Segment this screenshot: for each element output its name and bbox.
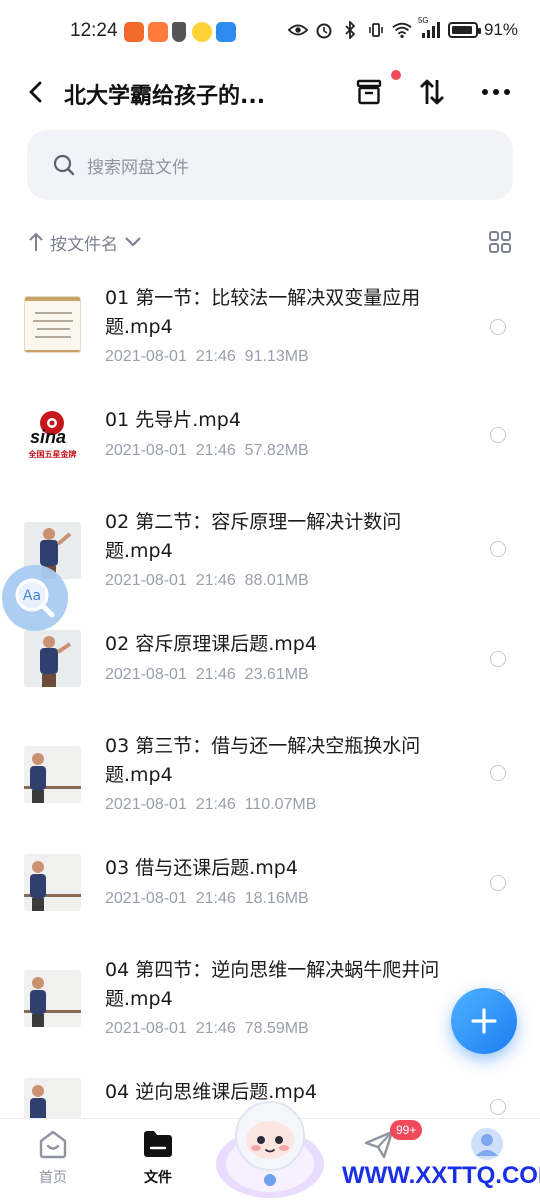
nav-files[interactable]: 文件 (123, 1127, 193, 1197)
folder-icon (141, 1127, 175, 1161)
file-name: 02 容斥原理课后题.mp4 (105, 633, 317, 655)
transfer-button[interactable] (412, 72, 452, 112)
file-name: 01 先导片.mp4 (105, 409, 241, 431)
status-bar: 12:24 5G 91% (0, 0, 540, 64)
search-icon (53, 154, 75, 176)
select-radio[interactable] (490, 765, 506, 781)
chevron-left-icon (29, 81, 42, 103)
wifi-icon (392, 20, 412, 40)
file-size: 88.01MB (244, 572, 309, 589)
status-time: 12:24 (70, 20, 118, 41)
select-radio[interactable] (490, 319, 506, 335)
file-size: 91.13MB (244, 348, 309, 365)
eye-icon (287, 20, 308, 40)
translate-float-button[interactable]: Aa (2, 565, 68, 631)
sort-control[interactable]: 按文件名 (28, 228, 514, 256)
weather-app-icon (216, 22, 236, 42)
file-date: 2021-08-01 21:46 (105, 796, 236, 813)
file-size: 18.16MB (244, 890, 309, 907)
svg-text:Aa: Aa (23, 588, 41, 604)
alarm-icon (314, 20, 334, 40)
file-date: 2021-08-01 21:46 (105, 890, 236, 907)
home-icon (36, 1127, 70, 1161)
file-name: 03 第三节：借与还一解决空瓶换水问题.mp4 (105, 735, 421, 786)
file-date: 2021-08-01 21:46 (105, 348, 236, 365)
nav-home[interactable]: 首页 (18, 1127, 88, 1197)
file-size: 23.61MB (244, 666, 309, 683)
file-size: 110.07MB (244, 796, 317, 813)
grid-icon (489, 231, 511, 253)
nav-files-label: 文件 (144, 1170, 172, 1186)
video-thumbnail: sina 全国五星金牌 (24, 406, 81, 463)
file-meta: 2021-08-01 21:46 91.13MB (105, 348, 309, 366)
file-name: 03 借与还课后题.mp4 (105, 857, 298, 879)
arrow-up-icon (29, 232, 43, 251)
select-radio[interactable] (490, 651, 506, 667)
app-header: 北大学霸给孩子的... (0, 64, 540, 120)
back-button[interactable] (18, 74, 54, 110)
file-size: 78.59MB (244, 1020, 309, 1037)
file-date: 2021-08-01 21:46 (105, 572, 236, 589)
penguin-app-icon (192, 22, 212, 42)
archive-icon (356, 79, 382, 105)
file-meta: 2021-08-01 21:46 78.59MB (105, 1020, 309, 1038)
plus-icon (471, 1008, 497, 1034)
battery-percent: 91% (483, 20, 518, 39)
notification-dot (391, 70, 401, 80)
shield-icon (172, 22, 186, 42)
signal-icon: 5G (418, 16, 442, 40)
file-meta: 2021-08-01 21:46 23.61MB (105, 666, 309, 684)
sort-label: 按文件名 (50, 234, 118, 255)
select-radio[interactable] (490, 427, 506, 443)
watermark-text: WWW.XXTTQ.COM (342, 1162, 540, 1189)
avatar (470, 1127, 504, 1161)
messages-badge: 99+ (390, 1120, 423, 1140)
chevron-down-icon (125, 237, 141, 247)
vibrate-icon (366, 20, 386, 40)
file-name: 02 第二节：容斥原理一解决计数问题.mp4 (105, 511, 402, 562)
video-thumbnail (24, 630, 81, 687)
ai-assistant-mascot[interactable] (214, 1090, 326, 1200)
listen-app-icon (124, 22, 144, 42)
swap-vertical-icon (420, 79, 444, 105)
add-button[interactable] (451, 988, 517, 1054)
archive-button[interactable] (349, 70, 401, 112)
grid-view-button[interactable] (488, 230, 512, 254)
select-radio[interactable] (490, 1099, 506, 1115)
more-button[interactable] (476, 72, 516, 112)
network-type: 5G (417, 16, 429, 25)
video-thumbnail (24, 746, 81, 803)
status-indicators: 5G 91% (287, 16, 518, 40)
file-meta: 2021-08-01 21:46 88.01MB (105, 572, 309, 590)
file-meta: 2021-08-01 21:46 110.07MB (105, 796, 316, 814)
search-placeholder: 搜索网盘文件 (87, 157, 189, 178)
file-date: 2021-08-01 21:46 (105, 1020, 236, 1037)
file-date: 2021-08-01 21:46 (105, 666, 236, 683)
file-meta: 2021-08-01 21:46 18.16MB (105, 890, 309, 908)
file-meta: 2021-08-01 21:46 57.82MB (105, 442, 309, 460)
more-horizontal-icon (482, 89, 510, 95)
file-size: 57.82MB (244, 442, 309, 459)
select-radio[interactable] (490, 541, 506, 557)
battery-icon (447, 22, 481, 38)
video-thumbnail (24, 296, 81, 353)
sina-subtitle: 全国五星金牌 (28, 450, 77, 459)
search-input[interactable]: 搜索网盘文件 (27, 130, 513, 200)
file-name: 04 第四节：逆向思维一解决蜗牛爬井问题.mp4 (105, 959, 440, 1010)
bluetooth-icon (340, 20, 360, 40)
nav-home-label: 首页 (39, 1170, 67, 1186)
file-name: 01 第一节：比较法一解决双变量应用题.mp4 (105, 287, 421, 338)
sina-logo-text: sina (30, 427, 67, 447)
file-date: 2021-08-01 21:46 (105, 442, 236, 459)
cat-app-icon (148, 22, 168, 42)
video-thumbnail (24, 854, 81, 911)
text-magnifier-icon: Aa (15, 578, 55, 618)
page-title: 北大学霸给孩子的... (64, 84, 266, 109)
select-radio[interactable] (490, 875, 506, 891)
battery-level (451, 26, 472, 34)
video-thumbnail (24, 970, 81, 1027)
